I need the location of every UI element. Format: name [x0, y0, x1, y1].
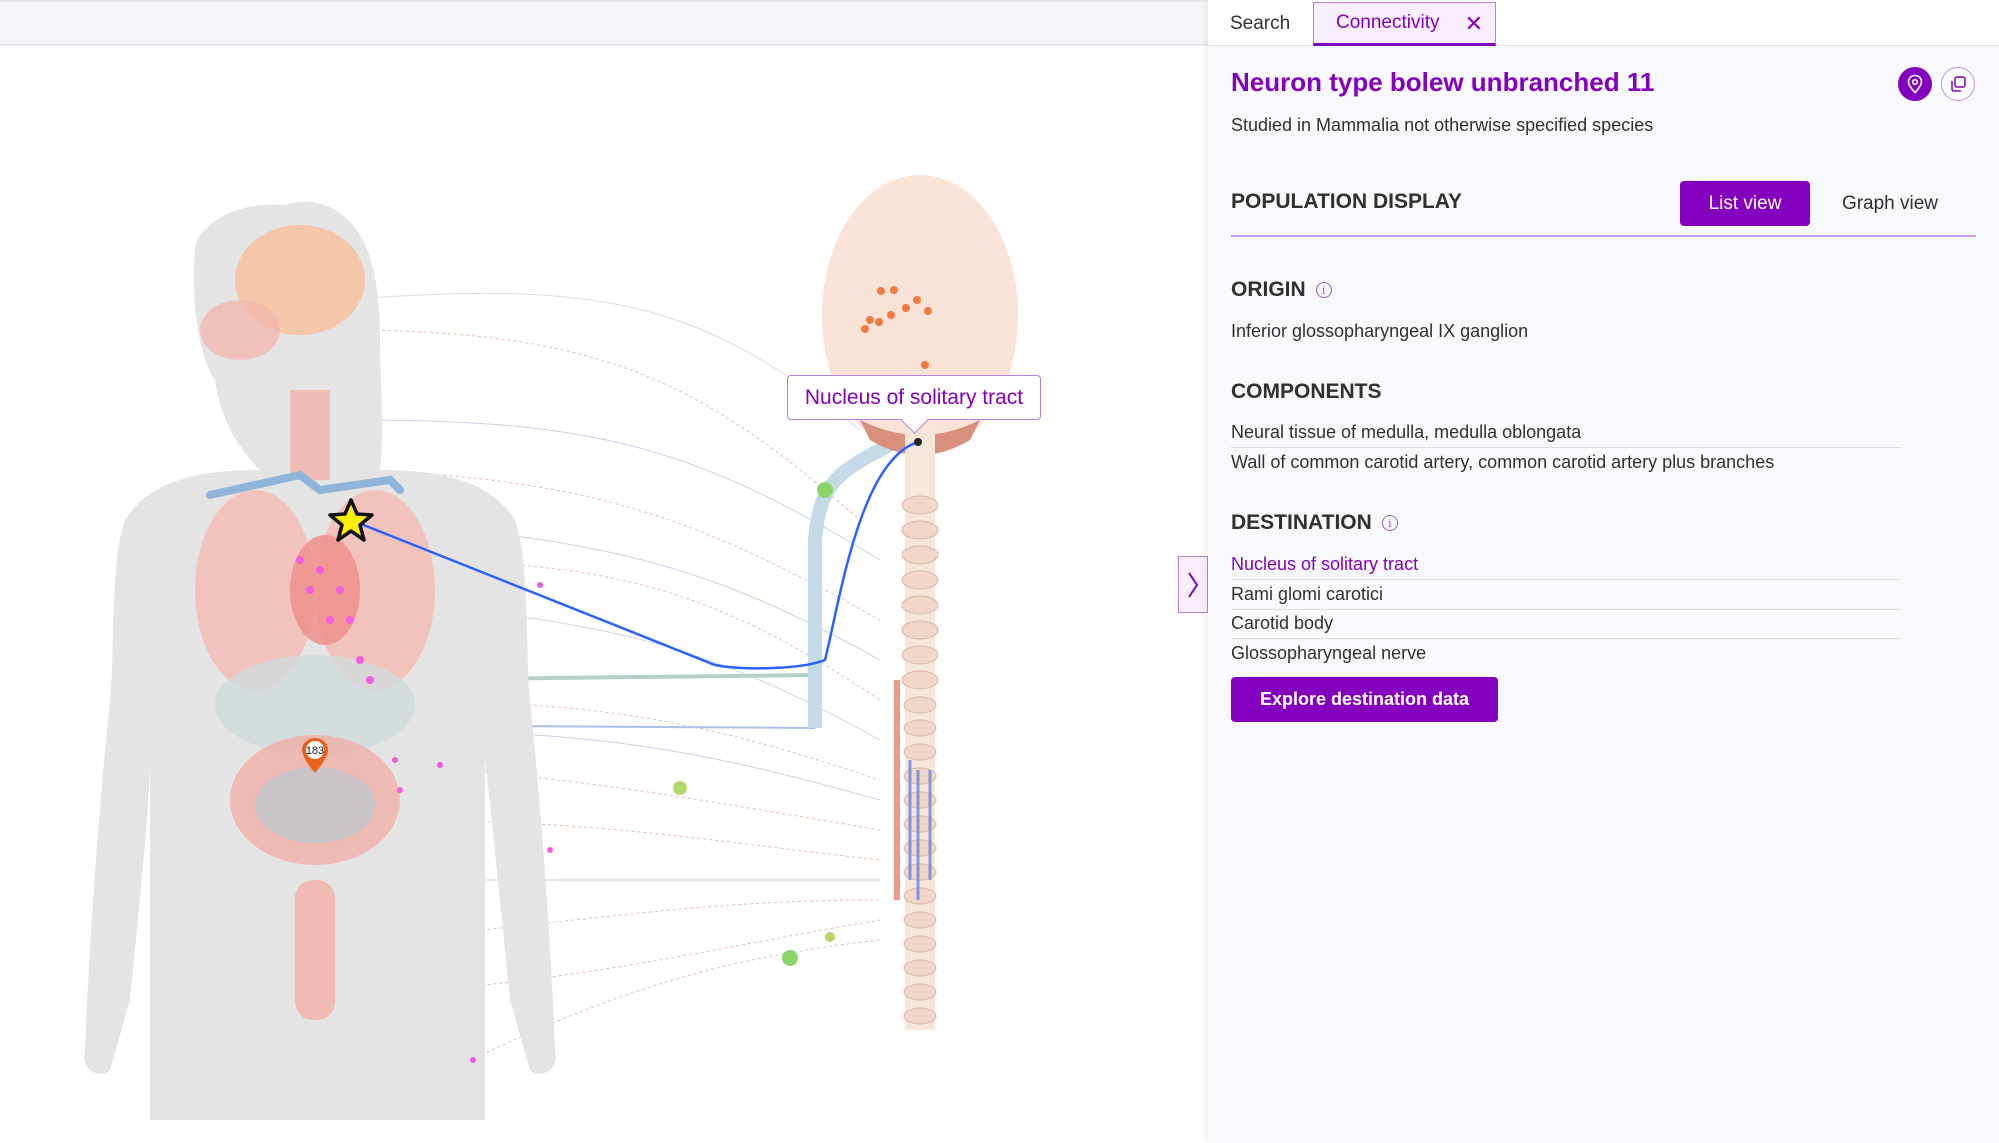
- tab-search[interactable]: Search: [1230, 2, 1290, 46]
- anatomy-map[interactable]: 183 Nucleus of solitary tract: [0, 46, 1208, 1143]
- connectivity-panel: Search Connectivity ✕ Neuron type bolew …: [1208, 0, 1999, 1143]
- trachea-organ: [290, 390, 330, 480]
- marker-count: 183: [306, 745, 324, 757]
- small-intestine-organ: [255, 767, 375, 843]
- ganglion-node: [825, 932, 835, 942]
- neuron-title: Neuron type bolew unbranched 11: [1231, 67, 1655, 97]
- population-display-heading: POPULATION DISPLAY: [1231, 190, 1462, 214]
- info-icon[interactable]: i: [1381, 515, 1398, 531]
- tab-connectivity[interactable]: Connectivity ✕: [1313, 2, 1496, 46]
- list-view-button[interactable]: List view: [1680, 181, 1810, 226]
- origin-item: Inferior glossopharyngeal IX ganglion: [1231, 321, 1529, 341]
- ganglion-node: [817, 482, 833, 498]
- ganglion-node: [673, 781, 687, 795]
- species-subtitle: Studied in Mammalia not otherwise specif…: [1231, 115, 1654, 135]
- section-divider: [1231, 235, 1976, 237]
- destination-label: DESTINATION: [1231, 511, 1372, 534]
- tooltip-label: Nucleus of solitary tract: [804, 385, 1024, 409]
- origin-label: ORIGIN: [1231, 278, 1306, 301]
- panel-tabs: Search Connectivity ✕: [1208, 0, 1999, 46]
- location-pin-icon: [1907, 74, 1923, 94]
- component-item: Wall of common carotid artery, common ca…: [1231, 452, 1775, 472]
- population-display-label: POPULATION DISPLAY: [1231, 190, 1463, 213]
- destination-item: Glossopharyngeal nerve: [1231, 643, 1427, 663]
- explore-destination-button[interactable]: Explore destination data: [1231, 677, 1498, 722]
- location-marker[interactable]: 183: [300, 736, 330, 776]
- map-toolbar: [0, 0, 1208, 46]
- origin-heading: ORIGIN i: [1231, 278, 1332, 302]
- copy-icon: [1951, 76, 1966, 92]
- chevron-right-icon: [1188, 571, 1199, 598]
- components-label: COMPONENTS: [1231, 380, 1382, 403]
- destination-item[interactable]: Nucleus of solitary tract: [1231, 551, 1901, 580]
- ganglion-node: [782, 950, 798, 966]
- tab-connectivity-label: Connectivity: [1336, 12, 1440, 33]
- anatomy-illustration[interactable]: [0, 46, 1208, 1143]
- pathway-endpoint: [914, 438, 922, 446]
- spinal-column: [894, 430, 939, 1030]
- destination-item: Carotid body: [1231, 610, 1901, 639]
- show-on-map-button[interactable]: [1898, 67, 1932, 101]
- destination-heading: DESTINATION i: [1231, 511, 1398, 535]
- destination-item: Rami glomi carotici: [1231, 581, 1901, 610]
- components-heading: COMPONENTS: [1231, 380, 1382, 404]
- graph-view-button[interactable]: Graph view: [1820, 181, 1960, 226]
- collapse-panel-button[interactable]: [1178, 556, 1208, 613]
- map-pin-icon: 183: [302, 738, 328, 773]
- bladder-organ: [295, 880, 335, 1020]
- heart-organ: [290, 535, 360, 645]
- tab-search-label: Search: [1230, 13, 1291, 34]
- component-item: Neural tissue of medulla, medulla oblong…: [1231, 419, 1901, 448]
- close-icon[interactable]: ✕: [1465, 11, 1483, 37]
- destination-tooltip: Nucleus of solitary tract: [787, 375, 1041, 420]
- info-icon[interactable]: i: [1315, 282, 1332, 298]
- copy-button[interactable]: [1941, 67, 1975, 101]
